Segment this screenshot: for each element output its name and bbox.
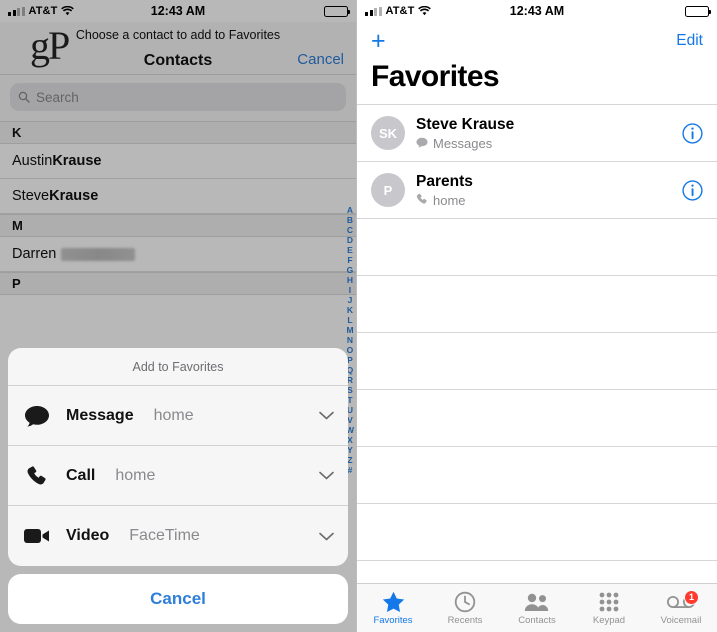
empty-list-row [357,219,717,276]
info-circle-icon[interactable] [682,122,703,144]
tab-label: Contacts [518,614,556,626]
phone-handset-icon [416,193,428,208]
contacts-icon [524,591,550,613]
clock-icon [454,591,476,613]
favorite-row[interactable]: P Parents home [357,162,717,219]
empty-list-row [357,333,717,390]
favorite-subtitle: Messages [416,136,671,151]
status-clock: 12:43 AM [509,4,565,18]
action-sheet-option-message[interactable]: Message home [8,386,348,446]
action-sheet-option-call[interactable]: Call home [8,446,348,506]
option-label: Message [66,406,134,424]
tab-recents[interactable]: Recents [429,591,501,626]
favorites-nav-bar: + Edit [357,22,717,54]
empty-list-row [357,447,717,504]
tab-label: Keypad [592,614,626,626]
add-favorite-button[interactable]: + [371,28,386,54]
cancel-button[interactable]: Cancel [8,574,348,624]
avatar: SK [371,116,405,150]
favorite-name: Parents [416,172,473,190]
phone-handset-icon [22,465,52,487]
favorite-type: Messages [433,135,493,151]
action-sheet-option-video[interactable]: Video FaceTime [8,506,348,566]
option-label: Video [66,527,110,544]
option-label: Call [66,466,96,484]
avatar: P [371,173,405,207]
info-circle-icon[interactable] [682,179,703,201]
favorite-subtitle: home [416,193,671,208]
watermark: gP [30,23,70,68]
favorite-row[interactable]: SK Steve Krause Messages [357,105,717,162]
tab-label: Voicemail [660,614,702,626]
favorite-text: Steve Krause Messages [416,116,671,151]
tab-favorites[interactable]: Favorites [357,591,429,626]
battery-full-icon [685,5,711,17]
tab-label: Favorites [373,614,413,626]
empty-list-row [357,504,717,561]
action-sheet-group: Add to Favorites Message home Call home … [8,348,348,566]
favorites-list: SK Steve Krause Messages P Parents home [357,104,717,561]
tab-bar: Favorites Recents Contacts Keypad 1 Voic… [357,583,717,632]
right-phone-screen: AT&T 12:43 AM + Edit Favorites SK Steve … [357,0,717,632]
favorite-name: Steve Krause [416,115,515,133]
video-camera-icon [22,527,52,545]
chevron-down-icon[interactable] [319,528,334,545]
option-value: home [115,466,156,484]
left-phone-screen: AT&T 12:43 AM gP Choose a contact to add… [0,0,357,632]
favorite-text: Parents home [416,173,671,208]
status-right-group [685,5,711,17]
tab-label: Recents [447,614,483,626]
tab-voicemail[interactable]: 1 Voicemail [645,589,717,626]
message-bubble-icon [416,136,428,151]
add-to-favorites-action-sheet: Add to Favorites Message home Call home … [8,348,348,624]
option-value: FaceTime [129,527,200,544]
screenshot-root: AT&T 12:43 AM gP Choose a contact to add… [0,0,717,632]
favorite-type: home [433,192,466,208]
tab-contacts[interactable]: Contacts [501,591,573,626]
edit-button[interactable]: Edit [676,32,703,50]
action-sheet-title: Add to Favorites [8,348,348,386]
page-title: Favorites [371,60,500,93]
option-value: home [153,406,194,424]
empty-list-row [357,276,717,333]
tab-keypad[interactable]: Keypad [573,591,645,626]
keypad-icon [599,591,619,613]
status-bar-right: AT&T 12:43 AM [357,0,717,22]
voicemail-badge: 1 [684,589,699,605]
star-icon [382,591,405,613]
message-bubble-icon [22,405,52,427]
empty-list-row [357,390,717,447]
chevron-down-icon[interactable] [319,407,334,424]
chevron-down-icon[interactable] [319,467,334,484]
